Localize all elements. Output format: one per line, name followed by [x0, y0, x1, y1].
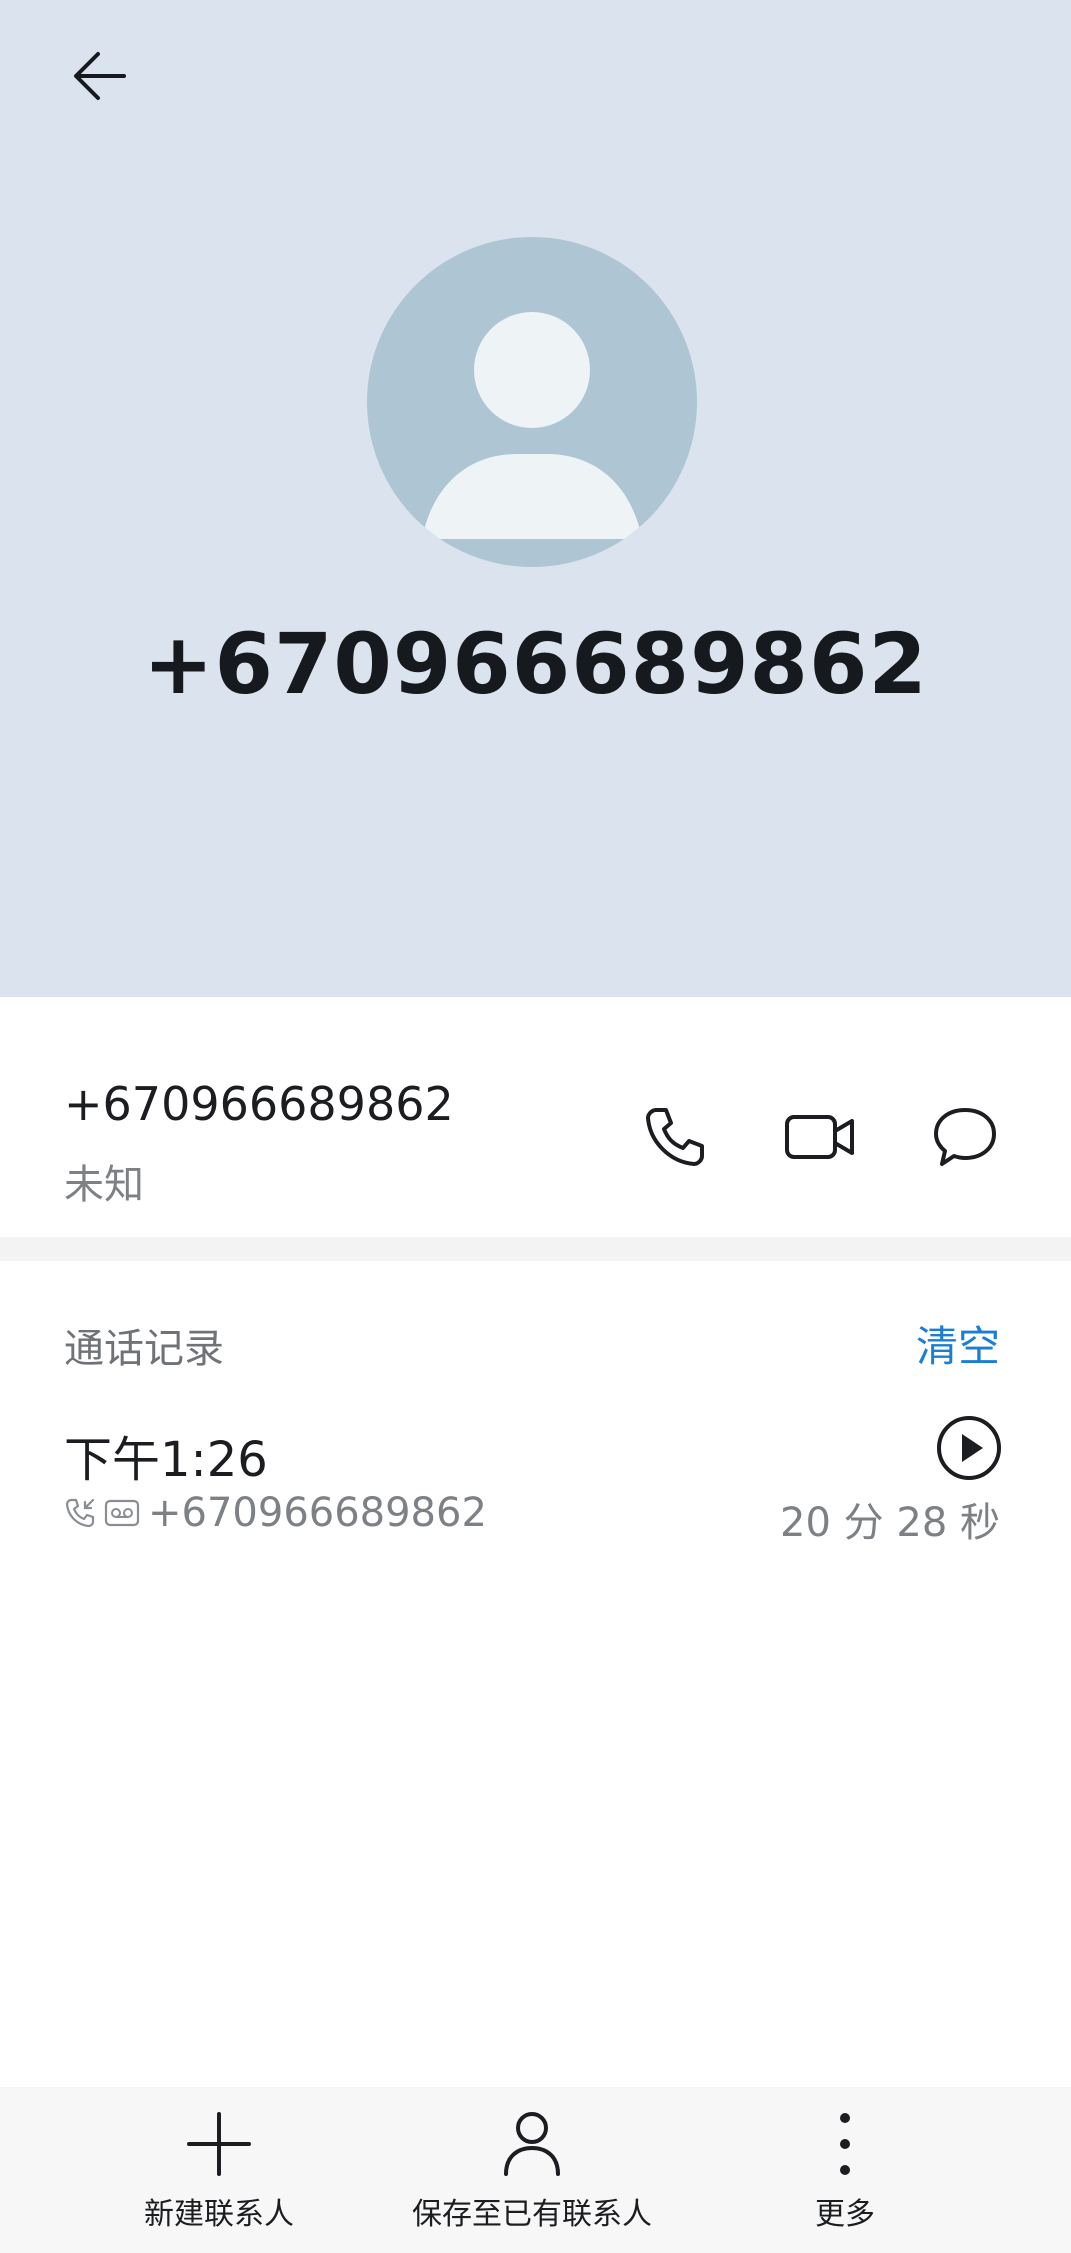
video-call-button[interactable] [775, 1092, 865, 1182]
call-time: 下午1:26 [64, 1432, 268, 1488]
person-icon [504, 2112, 560, 2176]
avatar [367, 237, 697, 567]
more-label: 更多 [815, 2197, 875, 2232]
call-number: +670966689862 [148, 1490, 487, 1536]
call-log-entry[interactable]: 下午1:26 +670966689862 20 分 28 秒 [0, 1400, 1071, 1570]
section-divider [0, 1237, 1071, 1261]
save-to-existing-button[interactable]: 保存至已有联系人 [412, 2109, 652, 2233]
plus-icon [187, 2112, 251, 2176]
voicemail-icon [104, 1497, 140, 1529]
play-recording-button[interactable] [933, 1412, 1005, 1484]
chat-bubble-icon [934, 1108, 996, 1166]
message-button[interactable] [920, 1092, 1010, 1182]
back-button[interactable] [52, 28, 148, 124]
contact-title-number: +670966689862 [143, 615, 928, 713]
phone-icon [646, 1108, 704, 1166]
incoming-call-icon [64, 1497, 96, 1529]
video-camera-icon [785, 1115, 854, 1159]
clear-log-button[interactable]: 清空 [916, 1313, 1000, 1374]
new-contact-button[interactable]: 新建联系人 [144, 2109, 294, 2233]
save-to-existing-label: 保存至已有联系人 [412, 2197, 652, 2232]
back-arrow-icon [74, 52, 126, 100]
contact-header: +670966689862 [0, 0, 1071, 997]
call-log-title: 通话记录 [64, 1326, 224, 1372]
more-vertical-icon [840, 2113, 850, 2175]
play-icon [937, 1416, 1001, 1480]
call-duration: 20 分 28 秒 [780, 1500, 1000, 1546]
contact-detail-screen: +670966689862 +670966689862 未知 通话记录 清空 下… [0, 0, 1071, 2253]
number-row[interactable]: +670966689862 未知 [0, 997, 1071, 1237]
new-contact-label: 新建联系人 [144, 2197, 294, 2232]
number-label: 未知 [64, 1162, 144, 1208]
more-button[interactable]: 更多 [810, 2109, 880, 2233]
bottom-action-bar: 新建联系人 保存至已有联系人 更多 [0, 2087, 1071, 2253]
person-placeholder-icon [422, 312, 642, 539]
call-button[interactable] [630, 1092, 720, 1182]
call-details: +670966689862 [64, 1490, 487, 1536]
phone-number: +670966689862 [64, 1077, 454, 1131]
